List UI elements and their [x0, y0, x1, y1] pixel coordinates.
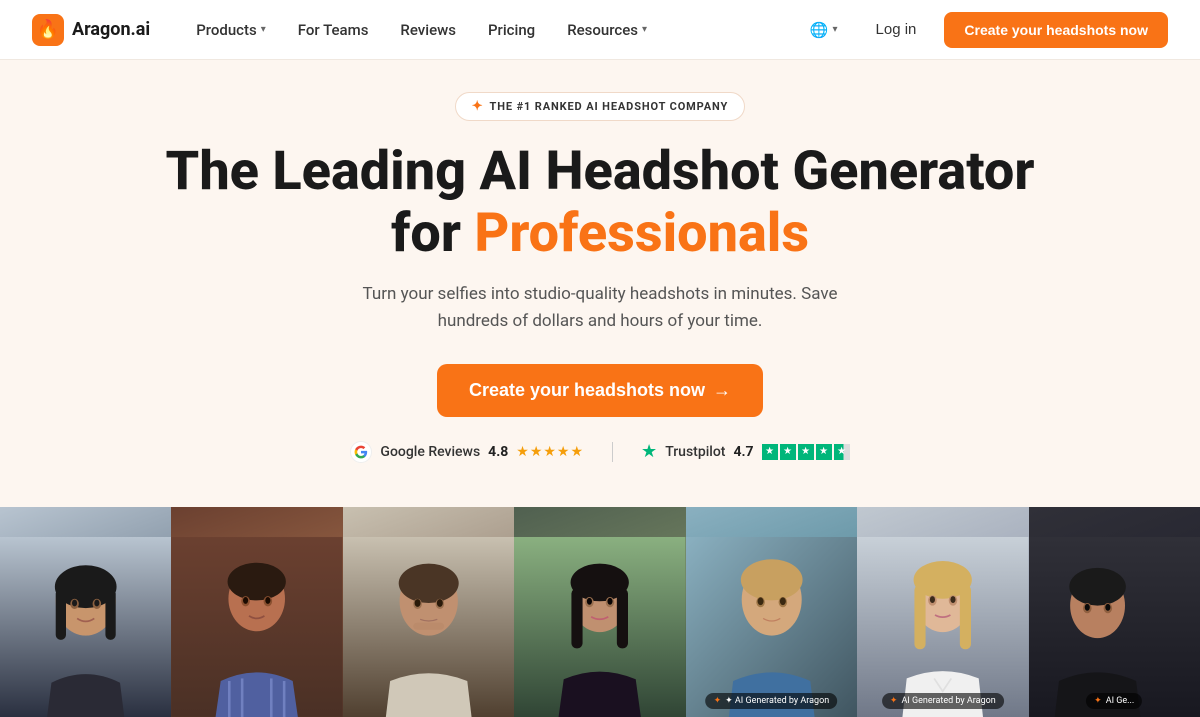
nav-resources[interactable]: Resources ▾ [553, 13, 661, 47]
nav-links: Products ▾ For Teams Reviews Pricing Res… [182, 13, 800, 47]
nav-reviews[interactable]: Reviews [386, 13, 470, 47]
logo[interactable]: 🔥 Aragon.ai [32, 14, 150, 46]
trustpilot-score: 4.7 [733, 444, 753, 460]
google-icon [350, 441, 372, 463]
navbar: 🔥 Aragon.ai Products ▾ For Teams Reviews… [0, 0, 1200, 60]
ai-icon: ✦ [1094, 696, 1102, 706]
ranked-badge: ✦ THE #1 RANKED AI HEADSHOT COMPANY [455, 92, 745, 121]
ai-generated-badge-6: ✦ AI Generated by Aragon [882, 693, 1004, 709]
chevron-down-icon: ▾ [261, 24, 266, 35]
ai-icon: ✦ [714, 696, 722, 706]
hero-cta-button[interactable]: Create your headshots now → [437, 364, 763, 417]
nav-for-teams[interactable]: For Teams [284, 13, 383, 47]
flame-icon: 🔥 [37, 19, 59, 40]
arrow-icon: → [713, 380, 731, 401]
badge-text: THE #1 RANKED AI HEADSHOT COMPANY [490, 100, 729, 113]
trustpilot-label: Trustpilot [665, 444, 725, 460]
photo-item-1 [0, 507, 171, 717]
hero-title: The Leading AI Headshot Generator for Pr… [20, 141, 1180, 265]
photo-item-6: ✦ AI Generated by Aragon [857, 507, 1028, 717]
tp-star-1: ★ [762, 444, 778, 460]
photo-item-2 [171, 507, 342, 717]
ai-icon: ✦ [890, 696, 898, 706]
tp-star-3: ★ [798, 444, 814, 460]
badge-star-icon: ✦ [472, 99, 484, 114]
hero-title-accent: Professionals [474, 202, 809, 265]
nav-cta-button[interactable]: Create your headshots now [944, 12, 1168, 48]
nav-products[interactable]: Products ▾ [182, 13, 280, 47]
google-review: Google Reviews 4.8 ★★★★★ [350, 441, 584, 463]
photo-item-7: ✦ AI Ge... [1029, 507, 1200, 717]
tp-star-2: ★ [780, 444, 796, 460]
language-button[interactable]: 🌐 ▾ [800, 15, 848, 45]
chevron-down-icon: ▾ [833, 24, 838, 35]
chevron-down-icon: ▾ [642, 24, 647, 35]
ai-generated-badge-7: ✦ AI Ge... [1086, 693, 1142, 709]
photo-strip: ✦ ✦ AI Generated by Aragon [0, 507, 1200, 717]
hero-subtitle: Turn your selfies into studio-quality he… [360, 281, 840, 335]
trustpilot-star-icon: ★ [641, 441, 657, 462]
reviews-row: Google Reviews 4.8 ★★★★★ ★ Trustpilot 4.… [20, 441, 1180, 463]
trustpilot-stars: ★ ★ ★ ★ ★ [762, 444, 850, 460]
photo-item-4 [514, 507, 685, 717]
nav-right: 🌐 ▾ Log in Create your headshots now [800, 12, 1168, 48]
hero-cta-label: Create your headshots now [469, 380, 705, 401]
reviews-divider [612, 442, 613, 462]
ai-generated-badge-5: ✦ ✦ AI Generated by Aragon [706, 693, 838, 709]
hero-title-for: for [391, 202, 474, 265]
nav-pricing[interactable]: Pricing [474, 13, 549, 47]
google-score: 4.8 [488, 444, 508, 460]
hero-title-line1: The Leading AI Headshot Generator [166, 140, 1035, 203]
photo-item-3 [343, 507, 514, 717]
logo-icon: 🔥 [32, 14, 64, 46]
hero-section: ✦ THE #1 RANKED AI HEADSHOT COMPANY The … [0, 60, 1200, 507]
photo-item-5: ✦ ✦ AI Generated by Aragon [686, 507, 857, 717]
tp-star-5: ★ [834, 444, 850, 460]
google-stars: ★★★★★ [516, 444, 584, 460]
logo-text: Aragon.ai [72, 19, 150, 40]
globe-icon: 🌐 [810, 21, 829, 39]
tp-star-4: ★ [816, 444, 832, 460]
login-button[interactable]: Log in [860, 13, 933, 46]
google-label: Google Reviews [380, 444, 480, 460]
trustpilot-review: ★ Trustpilot 4.7 ★ ★ ★ ★ ★ [641, 441, 850, 462]
